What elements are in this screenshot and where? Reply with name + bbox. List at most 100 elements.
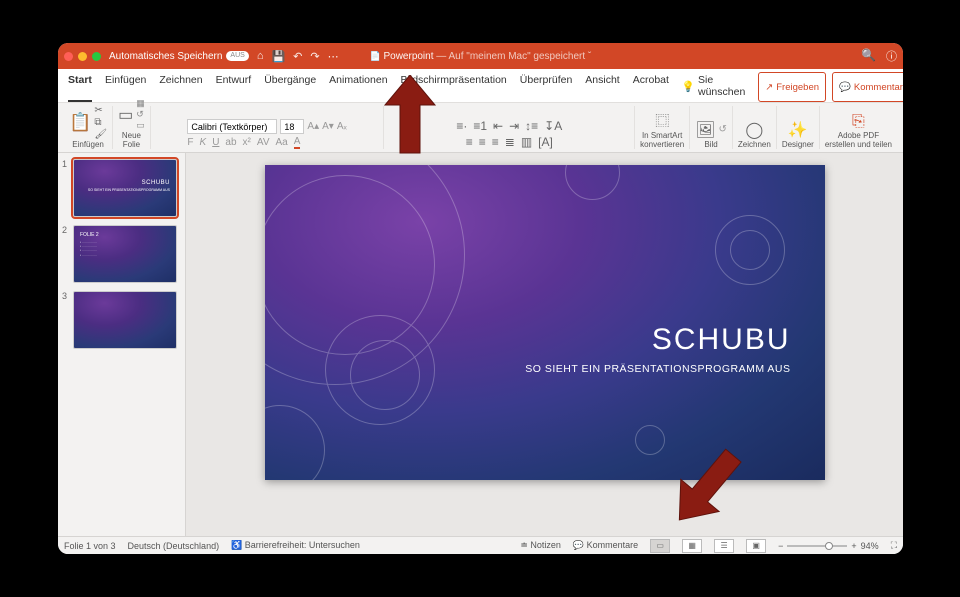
pdf-icon[interactable]: ⎘ [852, 113, 865, 131]
tab-bildschirmpraesentation[interactable]: Bildschirmpräsentation [401, 72, 507, 102]
sorter-view-button[interactable]: ▦ [682, 539, 702, 553]
thumbnail-slide-2[interactable]: FOLIE 2 • ……………• ……………• ……………• …………… [73, 225, 177, 283]
normal-view-button[interactable]: ▭ [650, 539, 670, 553]
bold-icon[interactable]: F [187, 137, 193, 148]
comments-button[interactable]: 💬 Kommentare [832, 72, 903, 102]
decrease-font-icon[interactable]: A▾ [322, 121, 334, 132]
account-icon[interactable]: ⓘ [886, 48, 897, 64]
spacing-icon[interactable]: AV [257, 137, 270, 148]
editor-body: 1 SCHUBU SO SIEHT EIN PRÄSENTATIONSPROGR… [58, 153, 903, 536]
font-size-input[interactable] [280, 119, 304, 134]
increase-font-icon[interactable]: A▴ [307, 121, 319, 132]
layout-icon[interactable]: ▦ [136, 98, 145, 109]
maximize-button[interactable] [92, 52, 101, 61]
thumbnail-row[interactable]: 1 SCHUBU SO SIEHT EIN PRÄSENTATIONSPROGR… [62, 159, 181, 217]
text-direction-icon[interactable]: ↧A [544, 119, 562, 133]
font-name-input[interactable] [187, 119, 277, 134]
tell-me[interactable]: 💡 Sie wünschen [682, 72, 745, 102]
slide-title[interactable]: SCHUBU [652, 323, 791, 357]
outdent-icon[interactable]: ⇤ [493, 119, 503, 133]
thumbnail-number: 1 [62, 159, 70, 217]
zoom-percent[interactable]: 94% [861, 541, 879, 551]
line-spacing-icon[interactable]: ↕≡ [525, 119, 538, 133]
reset-icon[interactable]: ↺ [136, 109, 145, 120]
align-right-icon[interactable]: ≡ [492, 135, 499, 149]
thumbnail-number: 3 [62, 291, 70, 349]
smartart-icon[interactable]: ⿴ [655, 111, 669, 131]
thumbnail-row[interactable]: 3 [62, 291, 181, 349]
slide-subtitle[interactable]: SO SIEHT EIN PRÄSENTATIONSPROGRAMM AUS [525, 363, 790, 375]
more-icon[interactable]: ⋯ [328, 50, 339, 63]
indent-icon[interactable]: ⇥ [509, 119, 519, 133]
tab-entwurf[interactable]: Entwurf [216, 72, 252, 102]
tab-zeichnen[interactable]: Zeichnen [159, 72, 202, 102]
notes-button[interactable]: ≐ Notizen [520, 540, 561, 551]
autosave-toggle[interactable]: Automatisches Speichern AUS [109, 51, 249, 62]
bullets-icon[interactable]: ≡· [456, 119, 467, 133]
pdf-label: Adobe PDF erstellen und teilen [825, 132, 892, 149]
zoom-control[interactable]: − + 94% [778, 541, 879, 551]
align-text-icon[interactable]: [A] [538, 135, 553, 149]
picture-icon[interactable]: 🖼 [695, 120, 715, 140]
italic-icon[interactable]: K [200, 137, 207, 148]
paste-icon[interactable]: 📋 [69, 112, 91, 133]
shadow-icon[interactable]: x² [243, 137, 251, 148]
designer-icon[interactable]: ✨ [788, 120, 808, 140]
ribbon: 📋 ✂ ⧉ 🖌 Einfügen ▭ ▦ ↺ ▭ Neue Folie [58, 103, 903, 153]
justify-icon[interactable]: ≣ [505, 135, 515, 149]
align-left-icon[interactable]: ≡ [466, 135, 473, 149]
copy-icon[interactable]: ⧉ [94, 117, 107, 128]
slide-thumbnails-panel: 1 SCHUBU SO SIEHT EIN PRÄSENTATIONSPROGR… [58, 153, 186, 536]
underline-icon[interactable]: U [212, 137, 219, 148]
smartart-group: ⿴ In SmartArt konvertieren [635, 106, 690, 149]
zoom-in-icon[interactable]: + [851, 541, 856, 551]
close-button[interactable] [64, 52, 73, 61]
new-slide-icon[interactable]: ▭ [118, 105, 133, 125]
saved-location-label: — Auf "meinem Mac" gespeichert [436, 51, 585, 62]
zoom-out-icon[interactable]: − [778, 541, 783, 551]
window-controls [64, 52, 101, 61]
home-icon[interactable]: ⌂ [257, 50, 264, 62]
clipboard-group: 📋 ✂ ⧉ 🖌 Einfügen [64, 106, 113, 149]
search-icon[interactable]: 🔍 [861, 48, 876, 64]
numbering-icon[interactable]: ≡1 [473, 119, 487, 133]
fit-to-window-icon[interactable]: ⛶ [891, 540, 897, 551]
undo-icon[interactable]: ↶ [293, 50, 302, 63]
minimize-button[interactable] [78, 52, 87, 61]
thumbnail-slide-3[interactable] [73, 291, 177, 349]
columns-icon[interactable]: ▥ [521, 135, 532, 149]
slideshow-view-button[interactable]: ▣ [746, 539, 766, 553]
font-color-icon[interactable]: A [294, 136, 301, 149]
redo-icon[interactable]: ↷ [310, 50, 319, 63]
section-icon[interactable]: ▭ [136, 120, 145, 131]
tab-animationen[interactable]: Animationen [329, 72, 387, 102]
format-painter-icon[interactable]: 🖌 [94, 129, 107, 140]
case-icon[interactable]: Aa [276, 137, 288, 148]
language-indicator[interactable]: Deutsch (Deutschland) [128, 541, 220, 551]
cut-icon[interactable]: ✂ [94, 105, 107, 116]
tab-start[interactable]: Start [68, 72, 92, 102]
clear-format-icon[interactable]: Aₓ [337, 121, 347, 132]
accessibility-checker[interactable]: ♿ Barrierefreiheit: Untersuchen [231, 540, 360, 551]
tab-acrobat[interactable]: Acrobat [633, 72, 669, 102]
designer-label: Designer [782, 141, 814, 149]
tab-ueberpruefen[interactable]: Überprüfen [520, 72, 573, 102]
paragraph-group: ≡· ≡1 ⇤ ⇥ ↕≡ ↧A ≡ ≡ ≡ ≣ ▥ [A] [384, 106, 635, 149]
save-icon[interactable]: 💾 [271, 50, 285, 63]
comments-pane-button[interactable]: 💬 Kommentare [573, 540, 638, 551]
autosave-state: AUS [226, 51, 248, 61]
slide-canvas[interactable]: SCHUBU SO SIEHT EIN PRÄSENTATIONSPROGRAM… [265, 165, 825, 480]
strike-icon[interactable]: ab [225, 137, 236, 148]
tab-ansicht[interactable]: Ansicht [585, 72, 619, 102]
align-center-icon[interactable]: ≡ [479, 135, 486, 149]
ribbon-tabs: Start Einfügen Zeichnen Entwurf Übergäng… [58, 69, 903, 103]
reading-view-button[interactable]: ☰ [714, 539, 734, 553]
thumbnail-slide-1[interactable]: SCHUBU SO SIEHT EIN PRÄSENTATIONSPROGRAM… [73, 159, 177, 217]
font-group: A▴ A▾ Aₓ F K U ab x² AV Aa A [151, 106, 385, 149]
tab-uebergaenge[interactable]: Übergänge [264, 72, 316, 102]
zoom-slider[interactable] [787, 545, 847, 547]
shapes-icon[interactable]: ◯ [745, 120, 763, 140]
thumbnail-row[interactable]: 2 FOLIE 2 • ……………• ……………• ……………• …………… [62, 225, 181, 283]
picture-reset-icon[interactable]: ↺ [719, 124, 727, 135]
share-button[interactable]: ↗ Freigeben [758, 72, 826, 102]
